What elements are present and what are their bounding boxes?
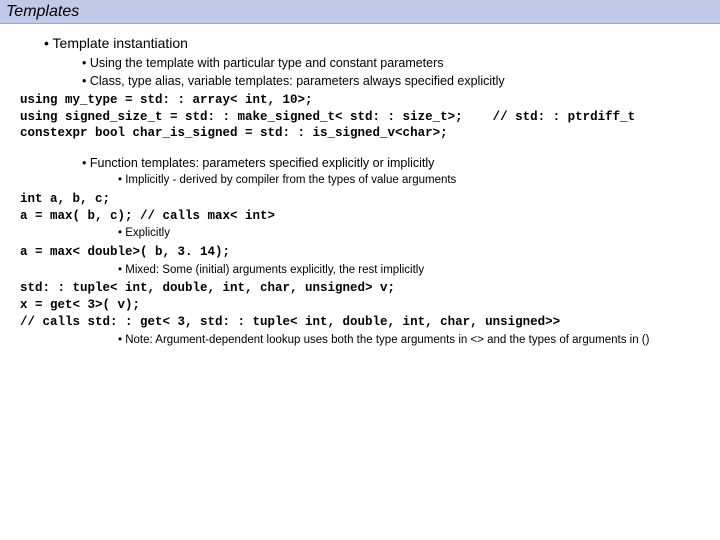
slide: Templates Template instantiation Using t… (0, 0, 720, 540)
point-using-template: Using the template with particular type … (82, 55, 710, 72)
point-class-alias-variable: Class, type alias, variable templates: p… (82, 73, 710, 90)
point-note-adl: Note: Argument-dependent lookup uses bot… (118, 333, 670, 349)
spacer (10, 144, 710, 154)
title-bar: Templates (0, 0, 720, 24)
point-mixed: Mixed: Some (initial) arguments explicit… (118, 263, 710, 279)
code-block-class-templates: using my_type = std: : array< int, 10>; … (20, 92, 710, 143)
heading-instantiation: Template instantiation (44, 34, 710, 53)
code-block-implicit: int a, b, c; a = max( b, c); // calls ma… (20, 191, 710, 225)
code-block-explicit: a = max< double>( b, 3. 14); (20, 244, 710, 261)
slide-title: Templates (6, 3, 79, 21)
point-explicitly: Explicitly (118, 226, 710, 242)
slide-content: Template instantiation Using the templat… (0, 24, 720, 348)
code-block-mixed: std: : tuple< int, double, int, char, un… (20, 280, 710, 331)
point-function-templates: Function templates: parameters specified… (82, 155, 710, 172)
point-implicitly: Implicitly - derived by compiler from th… (118, 173, 710, 189)
